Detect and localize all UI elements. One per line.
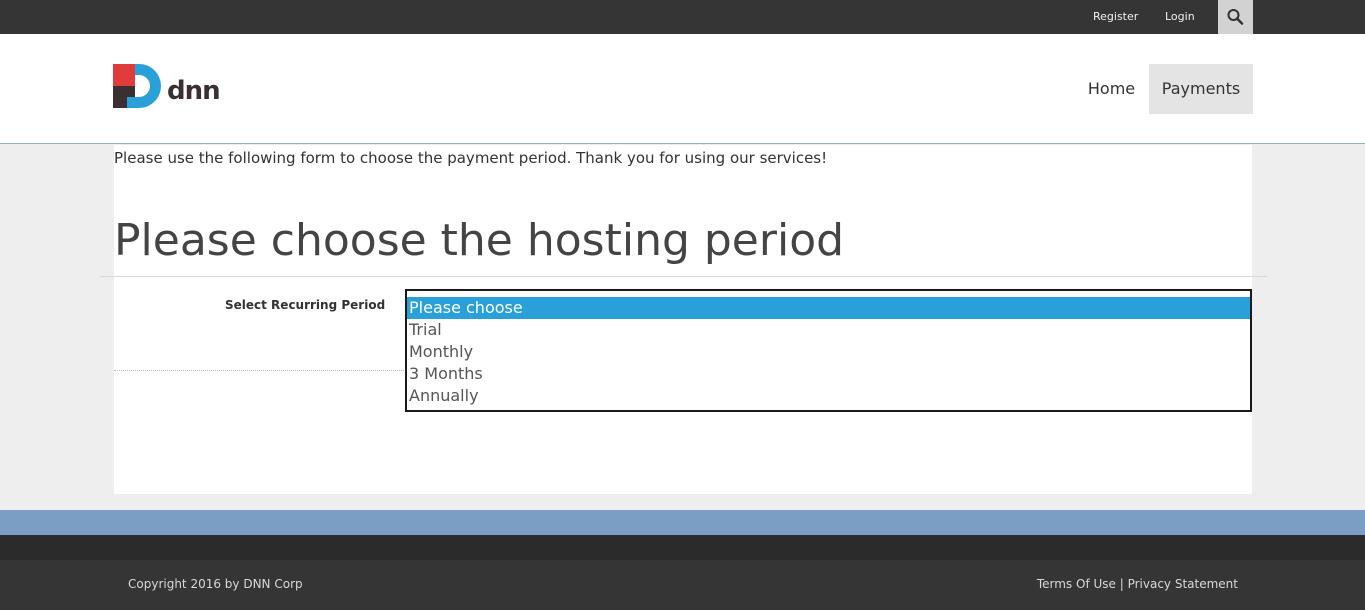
nav-item-home[interactable]: Home (1074, 64, 1149, 114)
terms-link[interactable]: Terms Of Use (1037, 577, 1120, 591)
site-footer: Copyright 2016 by DNN Corp Terms Of Use … (0, 560, 1365, 610)
option-please-choose[interactable]: Please choose (407, 297, 1250, 319)
option-annually[interactable]: Annually (407, 385, 1250, 407)
footer-separator: | (1119, 577, 1128, 591)
copyright-text: Copyright 2016 by DNN Corp (128, 577, 303, 591)
login-link[interactable]: Login (1165, 10, 1195, 23)
option-3-months[interactable]: 3 Months (407, 363, 1250, 385)
option-monthly[interactable]: Monthly (407, 341, 1250, 363)
option-trial[interactable]: Trial (407, 319, 1250, 341)
heading-divider (100, 276, 1267, 277)
footer-dark-band (0, 535, 1365, 560)
site-header: dnn Home Payments (0, 34, 1365, 144)
search-icon (1227, 9, 1244, 25)
logo-wordmark: dnn (167, 76, 221, 106)
page-title: Please choose the hosting period (114, 215, 845, 266)
search-button[interactable] (1218, 0, 1253, 34)
intro-text: Please use the following form to choose … (114, 149, 828, 167)
field-divider (114, 370, 406, 371)
footer-accent-band (0, 510, 1365, 535)
recurring-period-select[interactable]: Please choose Trial Monthly 3 Months Ann… (405, 289, 1252, 412)
top-bar: Register Login (0, 0, 1365, 34)
recurring-period-label: Select Recurring Period (225, 298, 386, 312)
register-link[interactable]: Register (1093, 10, 1138, 23)
privacy-link[interactable]: Privacy Statement (1128, 577, 1238, 591)
footer-links: Terms Of Use | Privacy Statement (1037, 577, 1238, 591)
nav-item-payments[interactable]: Payments (1149, 64, 1253, 114)
